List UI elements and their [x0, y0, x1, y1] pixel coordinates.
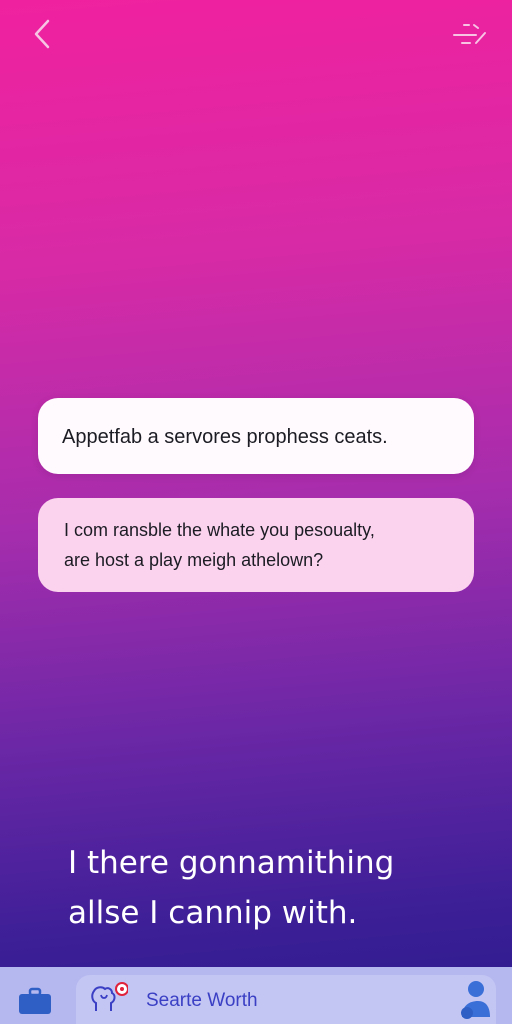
briefcase-button[interactable]: [18, 987, 52, 1015]
briefcase-icon: [19, 987, 51, 1014]
profile-button[interactable]: [456, 977, 494, 1021]
back-button[interactable]: [22, 14, 62, 54]
share-button[interactable]: [450, 14, 490, 54]
user-icon: [461, 981, 490, 1019]
caption-text: I there gonnamithing allse I cannip with…: [68, 838, 488, 938]
search-bar[interactable]: Searte Worth: [76, 975, 496, 1024]
message-line: I com ransble the whate you pesoualty,: [64, 520, 375, 540]
share-icon: [453, 24, 486, 44]
caption-line: I there gonnamithing: [68, 845, 395, 881]
message-bubble: Appetfab a servores prophess ceats.: [38, 398, 474, 474]
message-bubble: I com ransble the whate you pesoualty, a…: [38, 498, 474, 592]
message-text: Appetfab a servores prophess ceats.: [62, 426, 388, 448]
chevron-left-icon: [34, 19, 50, 49]
search-label: Searte Worth: [146, 990, 258, 1011]
bottom-bar: Searte Worth: [0, 967, 512, 1024]
message-line: are host a play meigh athelown?: [64, 550, 324, 570]
brain-icon: [91, 982, 128, 1011]
caption-line: allse I cannip with.: [68, 895, 358, 931]
